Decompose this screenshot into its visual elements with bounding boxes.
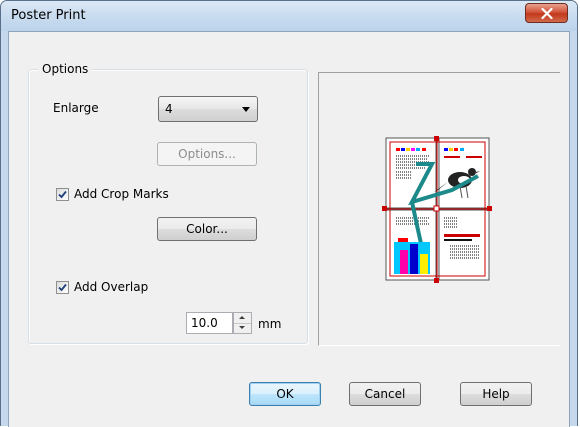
add-crop-marks-checkbox[interactable] [56,188,69,201]
overlap-input[interactable]: 10.0 [186,312,233,334]
enlarge-label: Enlarge [53,101,99,115]
options-group-legend: Options [38,62,93,76]
cancel-button[interactable]: Cancel [349,382,421,406]
color-button[interactable]: Color... [157,217,257,241]
color-button-label: Color... [186,222,228,236]
close-icon [541,8,553,19]
spin-down-icon[interactable] [234,323,251,333]
checkmark-icon [58,283,67,292]
checkmark-icon [58,190,67,199]
help-button-label: Help [482,387,510,401]
ok-button[interactable]: OK [249,382,321,406]
overlap-unit-label: mm [258,317,282,331]
title-bar[interactable]: Poster Print [1,1,577,31]
enlarge-dropdown[interactable]: 4 [158,96,258,122]
poster-preview-icon [382,136,492,283]
help-button[interactable]: Help [460,382,532,406]
close-button[interactable] [525,3,568,23]
enlarge-dropdown-value: 4 [165,102,173,116]
window-title: Poster Print [11,8,86,23]
chevron-down-icon [242,107,250,112]
overlap-value: 10.0 [191,316,218,330]
options-button-label: Options... [178,147,236,161]
add-crop-marks-label: Add Crop Marks [74,187,169,201]
ok-button-label: OK [276,387,294,401]
options-button[interactable]: Options... [157,142,257,166]
cancel-button-label: Cancel [364,387,406,401]
add-overlap-label: Add Overlap [74,280,149,294]
overlap-spinner[interactable] [233,312,252,334]
add-overlap-checkbox[interactable] [56,281,69,294]
